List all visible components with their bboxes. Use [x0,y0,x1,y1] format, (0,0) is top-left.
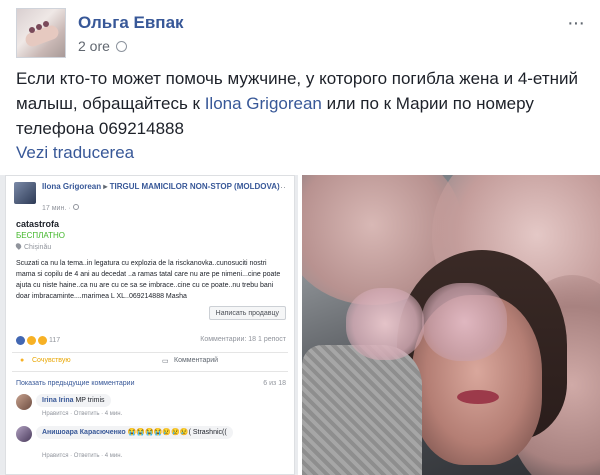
embedded-action-comment: Комментарий [174,357,219,364]
comment-bubble: Анишоара Карасюченко 😭😭😭😭😢😢😢( Strashnic(… [36,426,233,439]
comment-avatar [16,394,32,410]
embedded-location: Chișinău [14,242,51,251]
embedded-author: Ilona Grigorean [42,182,102,191]
blurred-face-region [346,288,424,360]
blurred-face-region [422,283,507,361]
globe-icon [115,40,127,52]
embedded-message-seller-button: Написать продавцу [208,306,286,320]
portrait-photo[interactable] [302,175,600,475]
sad-reaction-icon [27,336,36,345]
post-media: Ilona Grigorean ▸ TIRGUL MAMICILOR NON-S… [0,175,600,475]
embedded-reactions: 117 [16,336,60,345]
lips [457,390,499,404]
globe-small-icon [72,204,79,210]
comment-meta: Нравится · Ответить · 4 мин. [42,411,123,417]
author-avatar[interactable] [16,8,66,58]
embedded-comment: Irina Irina MP trimis Нравится · Ответит… [16,394,288,420]
mention-link[interactable]: Ilona Grigorean [205,94,322,113]
arrow-icon: ▸ [103,182,108,191]
post-time[interactable]: 2 ore [78,38,127,54]
knit-sleeve [302,345,422,475]
more-options-icon[interactable]: ··· [567,12,585,35]
comment-bubble: Irina Irina MP trimis [36,394,111,407]
embedded-menu-icon: ··· [277,182,286,192]
embedded-comment-counter: 6 из 18 [263,380,286,387]
reactions-count: 117 [49,337,61,344]
post-time-label[interactable]: 2 ore [78,38,110,54]
comment-meta: Нравится · Ответить · 4 мин. [42,453,123,459]
embedded-author-line: Ilona Grigorean ▸ TIRGUL MAMICILOR NON-S… [42,182,282,192]
embedded-item-title: catastrofa [16,219,60,229]
embedded-actions: ● Сочувствую ▭ Комментарий [12,352,288,372]
embedded-comment: Анишоара Карасюченко 😭😭😭😭😢😢😢( Strashnic(… [16,426,288,459]
comment-avatar [16,426,32,442]
comment-icon: ▭ [162,358,169,365]
wow-reaction-icon [38,336,47,345]
embedded-avatar [14,182,36,204]
see-translation-link[interactable]: Vezi traducerea [16,143,134,163]
like-reaction-icon [16,336,25,345]
post-text: Если кто-то может помочь мужчине, у кото… [16,66,586,141]
embedded-group: TIRGUL MAMICILOR NON-STOP (MOLDOVA) [109,182,280,191]
location-pin-icon [14,242,23,250]
screenshot-photo[interactable]: Ilona Grigorean ▸ TIRGUL MAMICILOR NON-S… [0,175,298,475]
embedded-action-like: Сочувствую [32,357,71,364]
embedded-price: БЕСПЛАТНО [16,231,65,240]
embedded-stats: Комментарии: 18 1 репост [200,336,286,343]
embedded-post-card: Ilona Grigorean ▸ TIRGUL MAMICILOR NON-S… [5,175,295,475]
embedded-time: 17 мин. · [42,204,79,212]
post-header: Ольга Евпак 2 ore ··· [16,8,585,58]
embedded-body: Scuzati ca nu la tema..in legatura cu ex… [16,260,281,300]
embedded-show-previous: Показать предыдущие комментарии [16,380,135,387]
author-name[interactable]: Ольга Евпак [78,13,184,33]
sad-icon: ● [20,357,25,364]
embedded-post-header: Ilona Grigorean ▸ TIRGUL MAMICILOR NON-S… [14,182,288,216]
